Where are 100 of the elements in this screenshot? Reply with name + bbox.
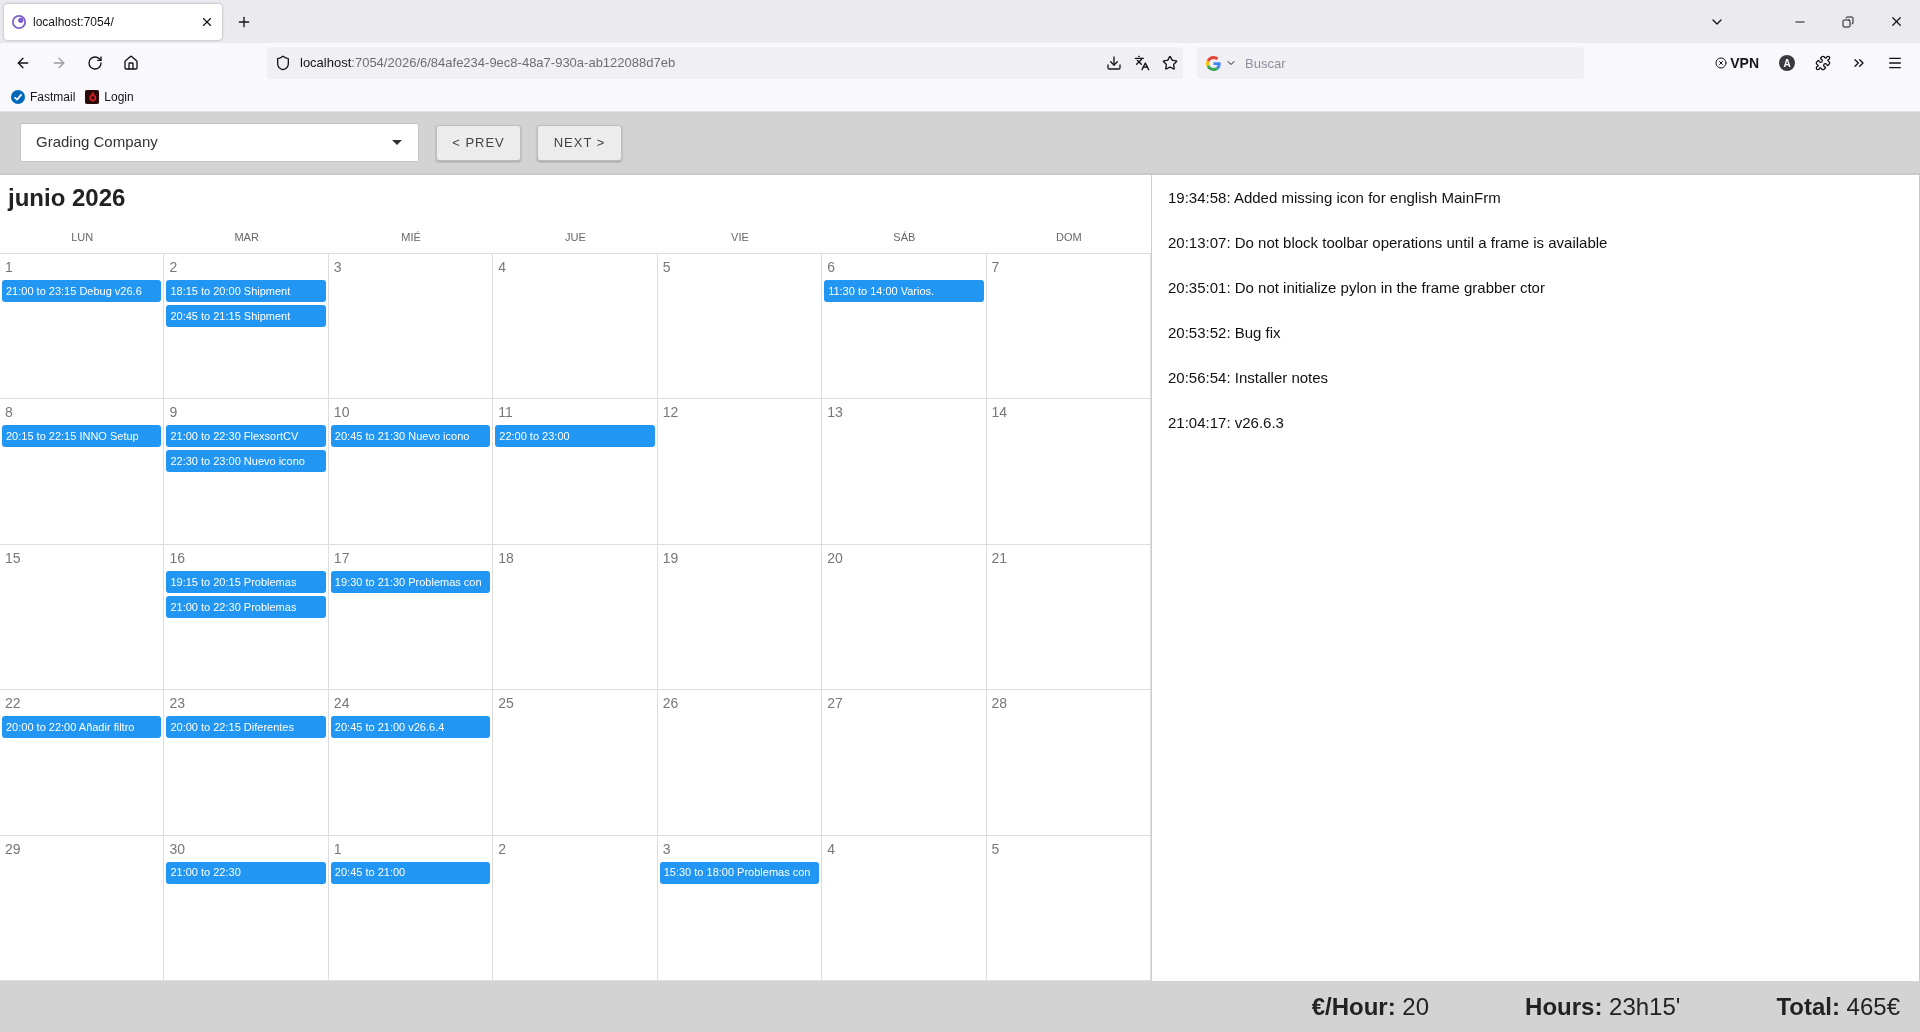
day-number: 5 [662,258,671,277]
day-cell[interactable]: 12 [657,399,823,545]
search-input[interactable]: Buscar [1245,51,1584,75]
day-cell[interactable]: 2 18:15 to 20:00 Shipment 20:45 to 21:15 Shipment [164,254,329,400]
calendar-event[interactable]: 21:00 to 22:30 Problemas [166,595,326,618]
translate-icon[interactable] [1134,55,1150,71]
account-avatar[interactable]: A [1779,55,1795,71]
calendar-event[interactable]: 21:00 to 23:15 Debug v26.6 [2,280,162,302]
day-cell[interactable]: 4 [493,254,658,400]
day-number: 3 [333,258,342,277]
day-cell[interactable]: 25 [493,690,658,836]
calendar-event[interactable]: 15:30 to 18:00 Problemas con [659,861,820,884]
calendar-event[interactable]: 20:45 to 21:00 v26.6.4 [330,716,491,739]
day-number: 7 [991,258,1000,277]
company-select[interactable]: Grading Company [20,123,419,162]
day-number: 2 [498,839,507,859]
day-cell[interactable]: 16 19:15 to 20:15 Problemas 21:00 to 22:30 Problemas [164,544,329,691]
day-cell[interactable]: 2 [493,835,658,981]
google-logo-icon[interactable] [1206,55,1221,71]
restore-icon[interactable] [1842,15,1854,28]
search-field[interactable]: Buscar [1197,47,1584,79]
day-cell[interactable]: 20 [822,544,987,691]
star-icon[interactable] [1162,55,1178,71]
day-cell[interactable]: 21 [986,544,1151,691]
calendar-event[interactable]: 21:00 to 22:30 FlexsortCV [166,425,326,448]
calendar-event[interactable]: 20:15 to 22:15 INNO Setup [2,425,162,448]
day-cell[interactable]: 8 20:15 to 22:15 INNO Setup [0,399,165,545]
vpn-button[interactable]: VPN [1713,49,1761,77]
day-cell[interactable]: 11 22:00 to 23:00 [493,399,658,545]
day-cell[interactable]: 1 21:00 to 23:15 Debug v26.6 [0,254,165,400]
calendar-event[interactable]: 11:30 to 14:00 Varios. [824,280,984,302]
puzzle-icon[interactable] [1815,55,1831,71]
log-entry: 20:13:07: Do not block toolbar operations until a frame is available [1168,233,1609,253]
menu-icon[interactable] [1887,55,1903,71]
calendar-event[interactable]: 20:45 to 21:00 [330,861,491,884]
day-cell[interactable]: 4 [822,835,987,981]
day-cell[interactable]: 10 20:45 to 21:30 Nuevo icono [328,399,494,545]
forward-icon[interactable] [51,55,67,71]
square-logo-icon [85,90,100,104]
next-button[interactable]: NEXT > [537,124,622,161]
weekday-label: JUE [565,229,586,245]
day-number: 28 [991,694,1008,714]
calendar-event[interactable]: 20:00 to 22:00 Añadir filtro [2,716,162,739]
day-cell[interactable]: 27 [822,690,987,836]
day-cell[interactable]: 19 [657,544,823,691]
calendar-event[interactable]: 18:15 to 20:00 Shipment [166,280,326,302]
day-number: 4 [827,839,835,859]
weekday-label: MAR [234,229,259,245]
back-icon[interactable] [15,55,31,71]
day-cell[interactable]: 5 [986,835,1151,981]
day-cell[interactable]: 1 20:45 to 21:00 [328,835,494,981]
calendar-event[interactable]: 22:30 to 23:00 Nuevo icono [166,450,326,473]
day-number: 17 [333,548,350,568]
day-number: 2 [169,258,178,277]
download-icon[interactable] [1106,55,1122,71]
day-cell[interactable]: 15 [0,544,165,691]
day-cell[interactable]: 22 20:00 to 22:00 Añadir filtro [0,690,165,836]
address-field[interactable]: localhost:7054/2026/6/84afe234-9ec8-48a7-930a-ab122088d7eb [267,47,1183,79]
calendar-event[interactable]: 21:00 to 22:30 [166,861,326,884]
day-cell[interactable]: 13 [822,399,987,545]
day-number: 30 [169,839,185,859]
calendar-event[interactable]: 20:00 to 22:15 Diferentes [166,716,326,739]
day-cell[interactable]: 6 11:30 to 14:00 Varios. [822,254,987,400]
home-icon[interactable] [123,55,139,71]
calendar-event[interactable]: 19:15 to 20:15 Problemas [166,570,326,593]
day-cell[interactable]: 24 20:45 to 21:00 v26.6.4 [328,690,494,836]
day-cell[interactable]: 7 [986,254,1151,400]
day-number: 18 [498,548,514,568]
shield-icon[interactable] [275,55,291,71]
calendar-event[interactable]: 20:45 to 21:30 Nuevo icono [330,425,491,448]
calendar-event[interactable]: 22:00 to 23:00 [495,425,655,448]
day-cell[interactable]: 18 [493,544,658,691]
day-cell[interactable]: 14 [986,399,1151,545]
log-entry: 21:04:17: v26.6.3 [1168,413,1285,433]
bookmark-link[interactable]: Login [85,88,134,106]
calendar-event[interactable]: 20:45 to 21:15 Shipment [166,305,326,327]
log-entry: 20:56:54: Installer notes [1168,368,1330,388]
day-cell[interactable]: 3 [328,254,494,400]
prev-button[interactable]: < PREV [436,124,521,161]
day-cell[interactable]: 9 21:00 to 22:30 FlexsortCV 22:30 to 23:00 Nuevo icono [164,399,329,545]
day-cell[interactable]: 5 [657,254,823,400]
day-number: 23 [169,694,185,714]
day-cell[interactable]: 29 [0,835,165,981]
calendar-event[interactable]: 19:30 to 21:30 Problemas con [330,570,491,593]
circle-logo-icon [11,90,25,104]
day-cell[interactable]: 28 [986,690,1151,836]
day-number: 27 [827,694,843,714]
weekday-label: VIE [731,229,749,245]
browser-tab[interactable]: localhost:7054/ [4,3,222,40]
circle-x-icon [1715,57,1728,69]
day-number: 15 [5,548,21,568]
reload-icon[interactable] [87,55,103,71]
bookmark-link[interactable]: Fastmail [11,88,76,106]
day-cell[interactable]: 3 15:30 to 18:00 Problemas con [657,835,823,981]
day-number: 6 [827,258,835,277]
day-cell[interactable]: 30 21:00 to 22:30 [164,835,329,981]
day-cell[interactable]: 26 [657,690,823,836]
day-cell[interactable]: 23 20:00 to 22:15 Diferentes [164,690,329,836]
weekday-label: DOM [1055,229,1082,245]
day-cell[interactable]: 17 19:30 to 21:30 Problemas con [328,544,494,691]
